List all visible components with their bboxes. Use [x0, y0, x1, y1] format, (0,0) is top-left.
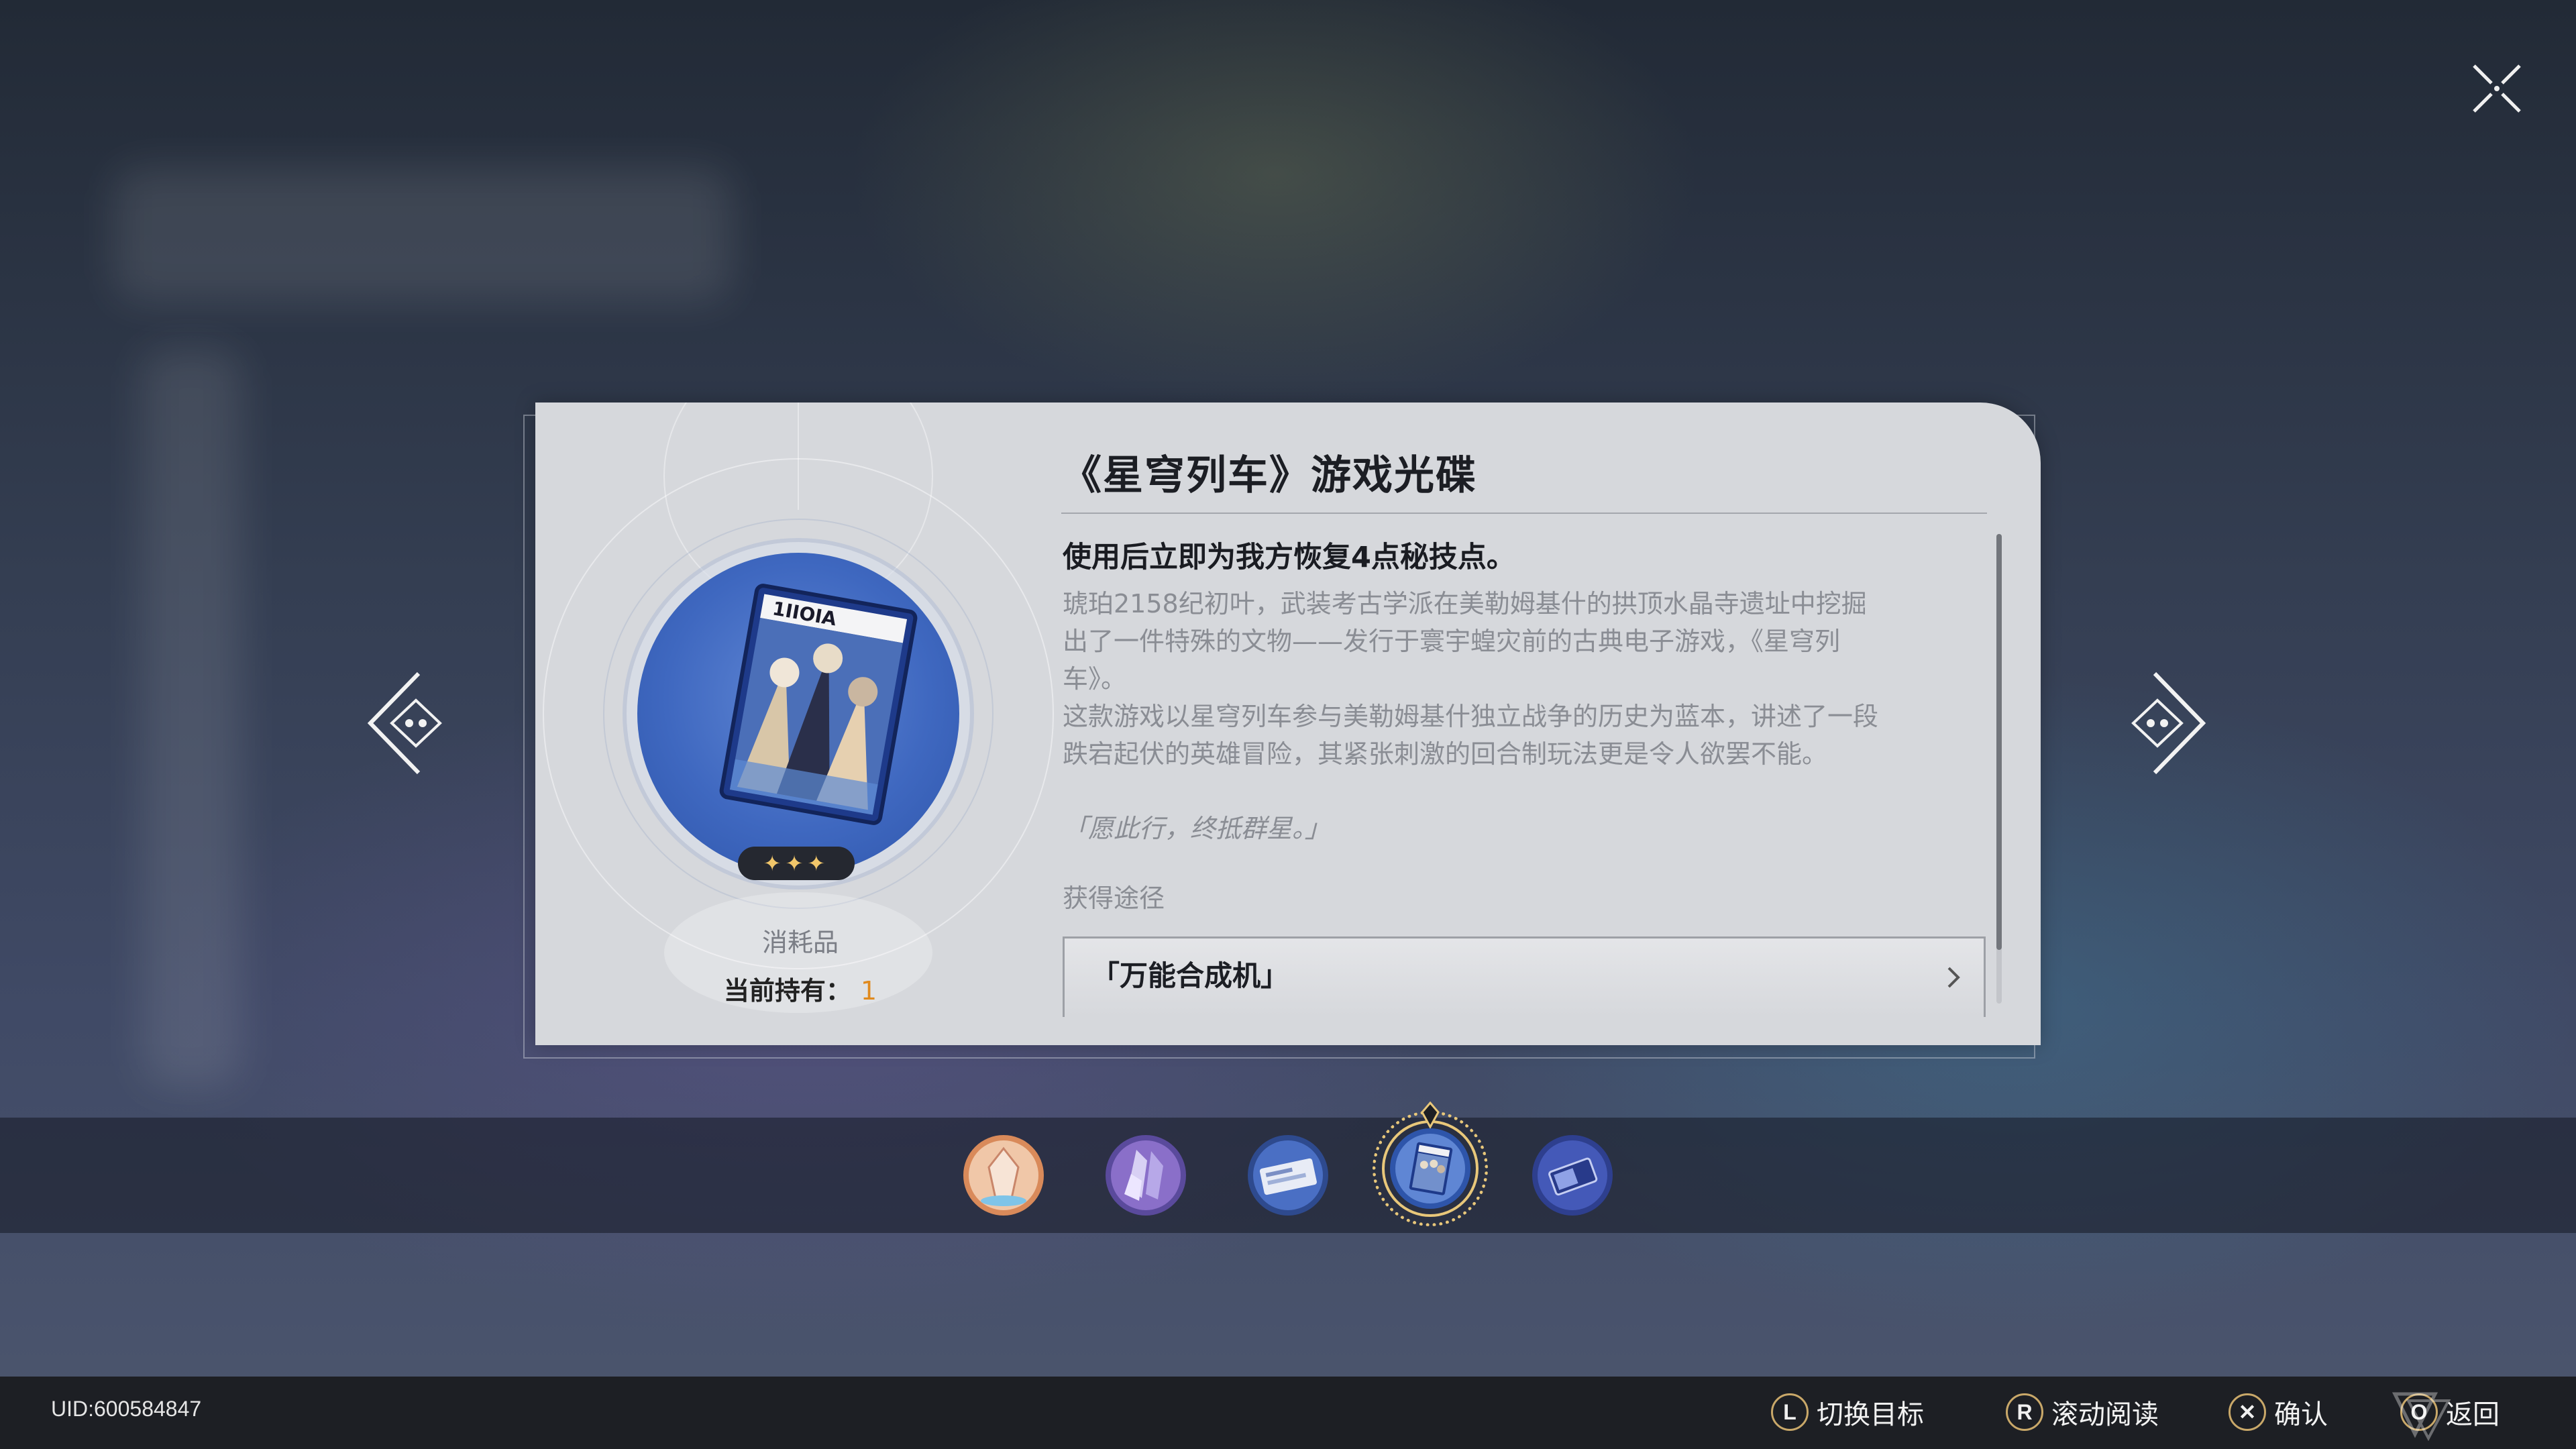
- item-effect: 使用后立即为我方恢复4点秘技点。: [1063, 541, 1515, 574]
- rarity-stars: ✦✦✦: [738, 847, 855, 880]
- source-button-label: 「万能合成机」: [1091, 959, 1289, 992]
- item-title: 《星穹列车》游戏光碟: [1061, 452, 1477, 499]
- owned-count: 当前持有： 1: [535, 970, 1065, 1007]
- crystal-icon: [963, 1135, 1044, 1216]
- chevron-left-icon: [367, 672, 442, 775]
- hint-confirm[interactable]: ✕ 确认: [2229, 1389, 2328, 1436]
- ticket-icon: [1248, 1135, 1328, 1216]
- l-button-icon: L: [1771, 1393, 1809, 1431]
- owned-label: 当前持有：: [723, 976, 851, 1006]
- scrollbar-thumb[interactable]: [1996, 534, 2002, 950]
- crystal-item-thumb[interactable]: [962, 1134, 1045, 1217]
- item-quote: 「愿此行，终抵群星。」: [1063, 814, 1331, 843]
- game-disc-icon: [1390, 1128, 1470, 1209]
- r-button-icon: R: [2006, 1393, 2043, 1431]
- selected-marker-icon: [1421, 1102, 1440, 1128]
- crystal-cluster-item-thumb[interactable]: [1104, 1134, 1187, 1217]
- card-icon: [1532, 1135, 1613, 1216]
- owned-count-value: 1: [860, 976, 877, 1006]
- prev-item-button[interactable]: [362, 669, 449, 777]
- hint-switch-target[interactable]: L 切换目标: [1771, 1389, 1924, 1436]
- next-item-button[interactable]: [2124, 669, 2211, 777]
- hint-scroll-read[interactable]: R 滚动阅读: [2006, 1389, 2159, 1436]
- hint-label: 确认: [2274, 1399, 2328, 1430]
- item-type-label: 消耗品: [761, 928, 839, 957]
- cross-button-icon: ✕: [2229, 1393, 2266, 1431]
- hint-label: 滚动阅读: [2051, 1399, 2159, 1430]
- hint-label: 切换目标: [1817, 1399, 1924, 1430]
- blurred-panel: [114, 168, 731, 302]
- watermark-logo: [2392, 1392, 2451, 1441]
- source-synthesizer-button[interactable]: 「万能合成机」: [1063, 936, 1986, 1017]
- card-item-thumb[interactable]: [1531, 1134, 1614, 1217]
- blurred-sidebar: [141, 349, 241, 1087]
- description-scrollbar[interactable]: [1996, 534, 2002, 1004]
- chevron-right-icon: [2131, 672, 2206, 775]
- close-icon: [2473, 64, 2521, 113]
- crystal-cluster-icon: [1106, 1135, 1186, 1216]
- ticket-item-thumb[interactable]: [1246, 1134, 1330, 1217]
- item-detail-card: 1ΙΙΟΙΑ ✦✦✦ 消耗品 当前持有： 1 《星穹列车》游戏光碟 使用后立即为我…: [535, 402, 2041, 1045]
- title-divider: [1061, 513, 1987, 514]
- game-disc-image: 1ΙΙΟΙΑ: [719, 584, 918, 825]
- close-button[interactable]: [2469, 60, 2525, 117]
- game-disc-item-thumb[interactable]: [1389, 1127, 1472, 1210]
- chevron-right-icon: [1947, 967, 1960, 988]
- item-description: 琥珀2158纪初叶，武装考古学派在美勒姆基什的拱顶水晶寺遗址中挖掘 出了一件特殊…: [1063, 589, 1879, 769]
- uid-label: UID:600584847: [51, 1397, 202, 1421]
- bottom-bar: UID:600584847 L 切换目标 R 滚动阅读 ✕ 确认 O 返回: [0, 1377, 2576, 1449]
- source-label: 获得途径: [1063, 883, 1165, 913]
